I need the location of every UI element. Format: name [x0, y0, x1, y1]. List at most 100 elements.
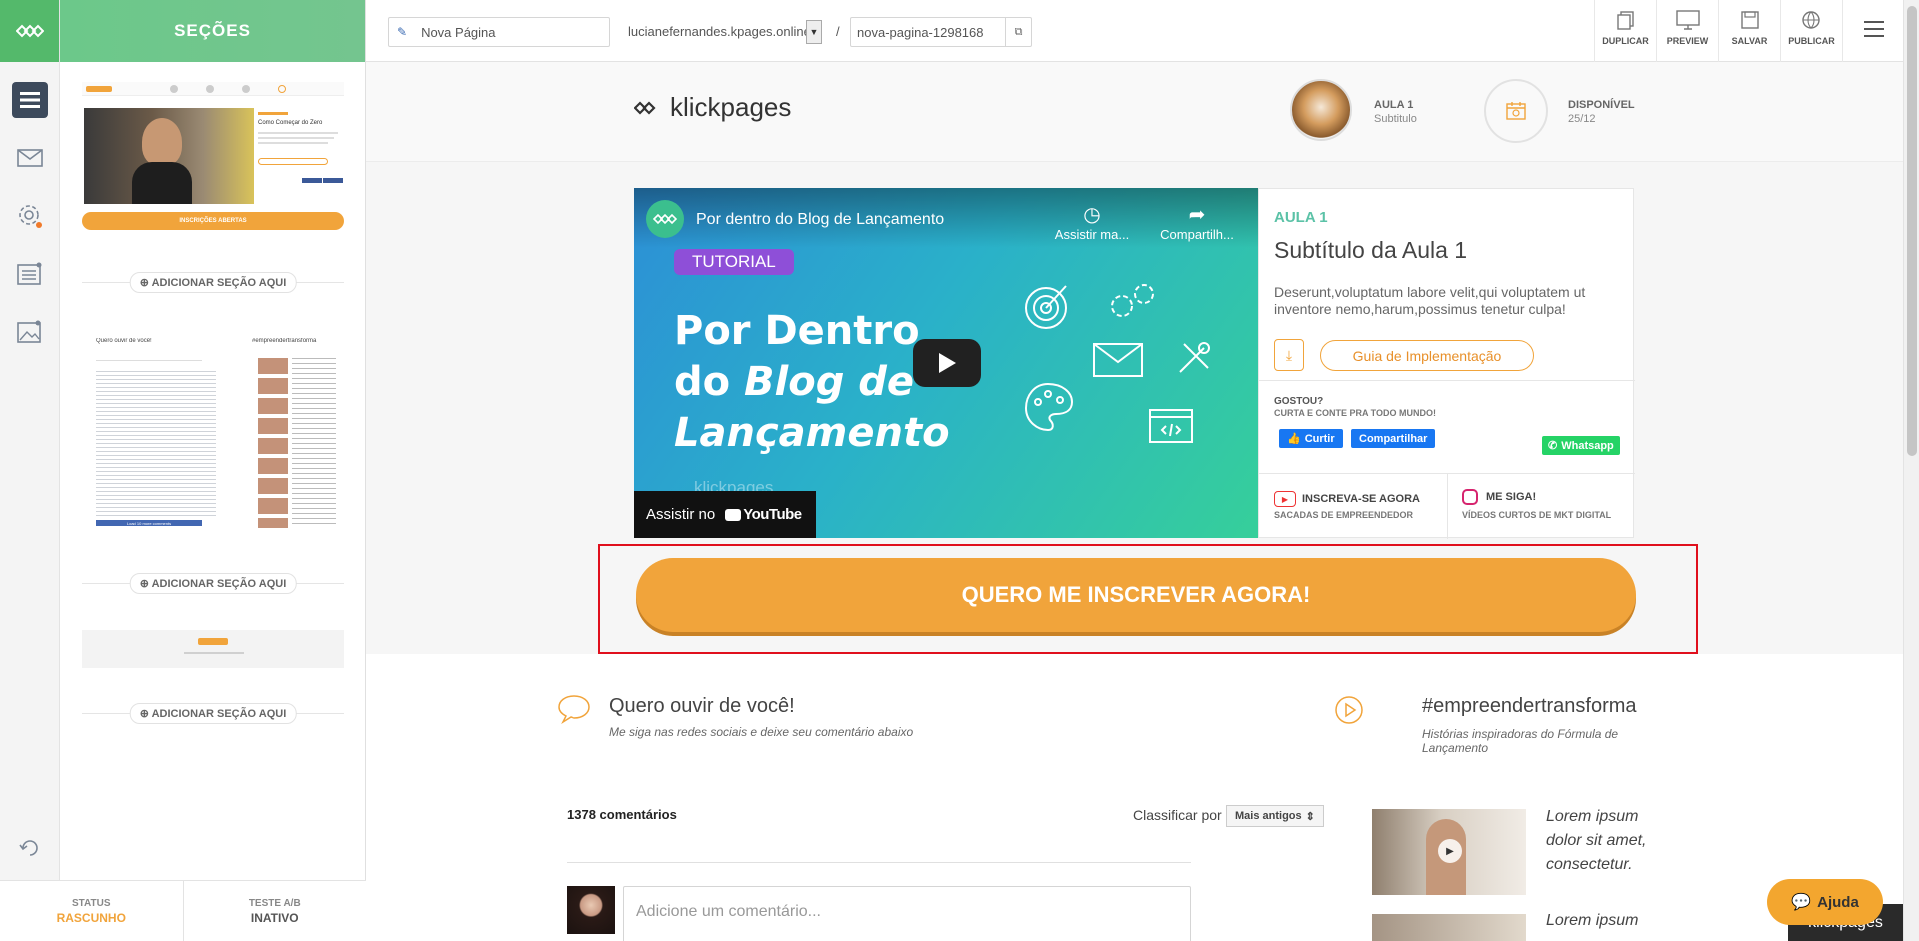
thumbnail-cta: INSCRIÇÕES ABERTAS [82, 212, 344, 230]
sections-title: SEÇÕES [60, 0, 365, 62]
gears-icon [1111, 284, 1154, 317]
hero-header: klickpages AULA 1 Subtitulo DISPONÍVEL 2… [366, 62, 1903, 162]
stories-subtitle: Histórias inspiradoras do Fórmula de Lan… [1422, 727, 1619, 755]
top-toolbar: ✎ Nova Página lucianefernandes.kpages.on… [366, 0, 1919, 62]
form-list-icon[interactable] [12, 256, 48, 292]
availability-badge [1484, 79, 1548, 143]
thumbs-up-icon: 👍 [1287, 433, 1301, 445]
clock-icon: ◷ [1083, 204, 1101, 226]
chat-bubble-icon: 💬 [1791, 894, 1812, 911]
instagram-icon [1462, 489, 1478, 505]
scrollbar-thumb[interactable] [1907, 6, 1917, 456]
facebook-share-button[interactable]: Compartilhar [1351, 429, 1436, 448]
help-button[interactable]: 💬 Ajuda [1767, 879, 1883, 925]
main-menu-button[interactable] [1842, 0, 1904, 62]
status-indicator[interactable]: STATUS RASCUNHO [0, 881, 184, 941]
paint-palette-icon [1024, 382, 1074, 432]
hamburger-menu-icon [1863, 21, 1884, 37]
share-button[interactable]: ➦ Compartilh... [1152, 202, 1242, 242]
sort-select[interactable]: Mais antigos ⇕ [1226, 805, 1324, 827]
slug-field[interactable]: nova-pagina-1298168 ⧉ [850, 17, 1032, 47]
subscribe-cta-button[interactable]: QUERO ME INSCREVER AGORA! [636, 558, 1636, 632]
section-thumbnail-comments[interactable]: Quero ouvir de você! #empreendertransfor… [82, 338, 344, 538]
video-headline: Por Dentro do Blog de Lançamento [674, 308, 950, 456]
monitor-preview-icon [1675, 10, 1700, 30]
code-window-icon [1149, 409, 1193, 443]
play-icon [939, 353, 956, 373]
comments-count: 1378 comentários [567, 807, 677, 822]
sections-menu-icon[interactable] [12, 82, 48, 118]
story-video-thumbnail-1[interactable]: ▶ [1372, 809, 1526, 895]
comments-title: Quero ouvir de você! [609, 695, 795, 717]
play-circle-icon [1334, 695, 1364, 730]
sort-label: Classificar por [1133, 807, 1222, 823]
ab-test-indicator[interactable]: TESTE A/B INATIVO [184, 881, 367, 941]
image-gallery-icon[interactable] [12, 314, 48, 350]
add-section-button-1[interactable]: ⊕ ADICIONAR SEÇÃO AQUI [82, 272, 344, 293]
publish-button[interactable]: PUBLICAR [1780, 0, 1842, 62]
add-section-button-3[interactable]: ⊕ ADICIONAR SEÇÃO AQUI [82, 703, 344, 724]
comment-input[interactable]: Adicione um comentário... [623, 886, 1191, 941]
envelope-icon [1093, 343, 1143, 377]
watch-on-youtube-button[interactable]: Assistir no YouTube [634, 491, 816, 538]
whatsapp-icon: ✆ [1548, 440, 1558, 452]
calendar-clock-icon [1506, 102, 1526, 120]
plus-circle-icon: ⊕ [139, 708, 152, 720]
download-icon[interactable]: ⤓ [1274, 339, 1304, 371]
story-text-1[interactable]: Lorem ipsum dolor sit amet, consectetur. [1546, 805, 1676, 877]
stories-title: #empreendertransforma [1422, 695, 1637, 717]
undo-history-icon[interactable] [12, 830, 48, 866]
domain-text: lucianefernandes.kpages.online [628, 24, 811, 39]
page-name-field[interactable]: ✎ Nova Página [388, 17, 610, 47]
info-description: Deserunt,voluptatum labore velit,qui vol… [1274, 284, 1586, 317]
duplicate-button[interactable]: DUPLICAR [1594, 0, 1656, 62]
page-name-value: Nova Página [421, 24, 496, 40]
implementation-guide-button[interactable]: Guia de Implementação [1320, 340, 1534, 371]
domain-dropdown-chevron-icon[interactable]: ▼ [806, 20, 822, 44]
play-button[interactable] [913, 339, 981, 387]
settings-gear-icon[interactable] [12, 198, 48, 234]
add-section-button-2[interactable]: ⊕ ADICIONAR SEÇÃO AQUI [82, 573, 344, 594]
sort-arrows-icon: ⇕ [1305, 810, 1315, 823]
save-button[interactable]: SALVAR [1718, 0, 1780, 62]
klickpages-logo-icon [653, 213, 677, 225]
instagram-follow-link[interactable]: ME SIGA! [1462, 489, 1536, 505]
preview-button[interactable]: PREVIEW [1656, 0, 1718, 62]
page-canvas: klickpages AULA 1 Subtitulo DISPONÍVEL 2… [366, 62, 1903, 941]
globe-publish-icon [1801, 11, 1820, 29]
klickpages-logo-icon [15, 24, 44, 38]
email-icon[interactable] [12, 140, 48, 176]
tools-icon [1179, 342, 1210, 373]
video-player[interactable]: Por dentro do Blog de Lançamento ◷ Assis… [634, 188, 1258, 538]
tutorial-tag: TUTORIAL [674, 249, 794, 275]
youtube-subscribe-link[interactable]: ▶ INSCREVA-SE AGORA [1274, 491, 1420, 507]
plus-circle-icon: ⊕ [139, 277, 152, 289]
play-icon: ▶ [1438, 839, 1462, 863]
channel-avatar[interactable] [646, 200, 684, 238]
lesson-avatar [1290, 79, 1352, 141]
info-aula: AULA 1 [1274, 209, 1328, 226]
lesson-info-box[interactable]: AULA 1 Subtítulo da Aula 1 Deserunt,volu… [1258, 188, 1635, 539]
share-arrow-icon: ➦ [1188, 204, 1206, 226]
whatsapp-share-button[interactable]: ✆ Whatsapp [1542, 436, 1620, 455]
video-title[interactable]: Por dentro do Blog de Lançamento [696, 211, 944, 229]
target-icon [1025, 285, 1067, 329]
comment-bubble-icon [557, 694, 591, 729]
thumbnail-title: Como Começar do Zero [258, 120, 323, 126]
copy-icon[interactable]: ⧉ [1005, 18, 1031, 46]
app-logo[interactable] [0, 0, 59, 62]
section-thumbnail-footer[interactable] [82, 630, 344, 668]
info-subtitle: Subtítulo da Aula 1 [1274, 237, 1468, 263]
hero-section[interactable]: klickpages AULA 1 Subtitulo DISPONÍVEL 2… [366, 62, 1903, 654]
youtube-play-icon: ▶ [1274, 491, 1296, 507]
vertical-scrollbar[interactable] [1903, 0, 1919, 941]
commenter-avatar [567, 886, 615, 934]
facebook-like-button[interactable]: 👍 Curtir [1279, 429, 1343, 448]
left-icon-rail [0, 0, 60, 941]
story-video-thumbnail-2[interactable] [1372, 914, 1526, 941]
pencil-icon: ✎ [397, 25, 408, 39]
selected-section-outline: QUERO ME INSCREVER AGORA! [598, 544, 1698, 654]
section-thumbnail-hero[interactable]: Como Começar do Zero INSCRIÇÕES ABERTAS [82, 82, 344, 230]
watch-later-button[interactable]: ◷ Assistir ma... [1052, 202, 1132, 242]
story-text-2[interactable]: Lorem ipsum [1546, 912, 1638, 930]
